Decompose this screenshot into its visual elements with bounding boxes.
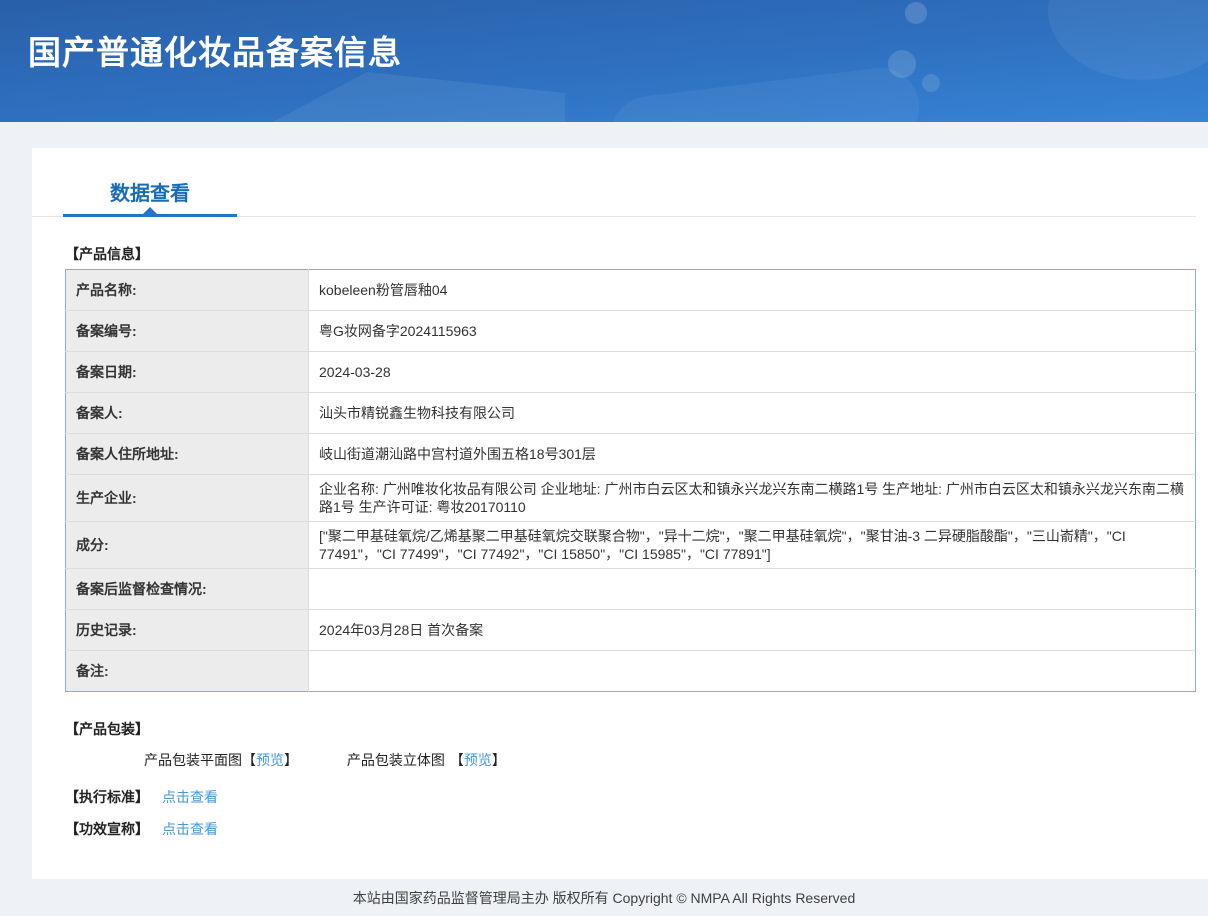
field-label: 备案日期: [65, 351, 309, 393]
bracket-open: 【 [242, 752, 256, 768]
packaging-stereo-preview-link[interactable]: 预览 [464, 752, 492, 768]
table-row-filing-date: 备案日期: 2024-03-28 [65, 351, 1196, 393]
banner-dot-decoration [888, 50, 916, 78]
product-info-section-title: 【产品信息】 [65, 246, 149, 262]
page-title: 国产普通化妆品备案信息 [28, 34, 402, 71]
content-card: 数据查看 【产品信息】 产品名称: kobeleen粉管唇釉04 备案编号: 粤… [32, 148, 1208, 879]
tab-data-view[interactable]: 数据查看 [63, 177, 237, 206]
banner-ribbon-decoration [235, 72, 565, 122]
banner-circle-decoration [1048, 0, 1208, 80]
table-row-registrant-address: 备案人住所地址: 岐山街道潮汕路中宫村道外围五格18号301层 [65, 433, 1196, 475]
efficacy-claim-label: 【功效宣称】 [65, 821, 149, 837]
page-footer: 本站由国家药品监督管理局主办 版权所有 Copyright © NMPA All… [0, 879, 1208, 916]
bracket-close: 】 [491, 752, 506, 768]
product-info-table: 产品名称: kobeleen粉管唇釉04 备案编号: 粤G妆网备字2024115… [65, 269, 1196, 692]
field-label: 历史记录: [65, 609, 309, 651]
bracket-open: 【 [449, 752, 464, 768]
packaging-section-title: 【产品包装】 [65, 721, 149, 737]
table-row-history: 历史记录: 2024年03月28日 首次备案 [65, 609, 1196, 651]
field-label: 备案编号: [65, 310, 309, 352]
execution-standard-label: 【执行标准】 [65, 789, 149, 805]
table-row-remarks: 备注: [65, 650, 1196, 692]
packaging-flat-preview-link[interactable]: 预览 [256, 752, 284, 768]
table-row-product-name: 产品名称: kobeleen粉管唇釉04 [65, 269, 1196, 311]
banner-blob-decoration [606, 63, 924, 122]
field-label: 备案人: [65, 392, 309, 434]
packaging-stereo-label: 产品包装立体图 [346, 752, 445, 768]
field-label: 备案人住所地址: [65, 433, 309, 475]
efficacy-claim-view-link[interactable]: 点击查看 [162, 821, 218, 837]
packaging-flat-label: 产品包装平面图 [144, 752, 242, 768]
execution-standard-row: 【执行标准】 点击查看 [65, 787, 1196, 807]
efficacy-claim-row: 【功效宣称】 点击查看 [65, 819, 1196, 839]
footer-copyright-text: 本站由国家药品监督管理局主办 版权所有 Copyright © NMPA All… [352, 890, 856, 906]
field-label: 生产企业: [65, 474, 309, 522]
field-value: 企业名称: 广州唯妆化妆品有限公司 企业地址: 广州市白云区太和镇永兴龙兴东南二… [308, 474, 1196, 522]
field-value: 2024年03月28日 首次备案 [308, 609, 1196, 651]
field-value: 2024-03-28 [308, 351, 1196, 393]
tab-active-indicator [63, 214, 237, 217]
table-row-post-filing-inspection: 备案后监督检查情况: [65, 568, 1196, 610]
field-value [308, 568, 1196, 610]
banner-dot-decoration [905, 2, 927, 24]
execution-standard-view-link[interactable]: 点击查看 [162, 789, 218, 805]
field-value: 汕头市精锐鑫生物科技有限公司 [308, 392, 1196, 434]
table-row-filing-number: 备案编号: 粤G妆网备字2024115963 [65, 310, 1196, 352]
tab-bar: 数据查看 [32, 148, 1208, 217]
table-row-ingredients: 成分: ["聚二甲基硅氧烷/乙烯基聚二甲基硅氧烷交联聚合物"，"异十二烷"，"聚… [65, 521, 1196, 569]
table-row-registrant: 备案人: 汕头市精锐鑫生物科技有限公司 [65, 392, 1196, 434]
packaging-flat-item: 产品包装平面图【预览】 [144, 750, 298, 770]
table-row-manufacturer: 生产企业: 企业名称: 广州唯妆化妆品有限公司 企业地址: 广州市白云区太和镇永… [65, 474, 1196, 522]
field-value: 粤G妆网备字2024115963 [308, 310, 1196, 352]
packaging-stereo-item: 产品包装立体图 【预览】 [347, 750, 506, 770]
field-label: 备注: [65, 650, 309, 692]
page-header-banner: 国产普通化妆品备案信息 [0, 0, 1208, 122]
field-label: 成分: [65, 521, 309, 569]
field-label: 产品名称: [65, 269, 309, 311]
field-value: kobeleen粉管唇釉04 [308, 269, 1196, 311]
field-value: ["聚二甲基硅氧烷/乙烯基聚二甲基硅氧烷交联聚合物"，"异十二烷"，"聚二甲基硅… [308, 521, 1196, 569]
packaging-links-row: 产品包装平面图【预览】 产品包装立体图 【预览】 [65, 750, 1196, 770]
bracket-close: 】 [284, 752, 298, 768]
banner-dot-decoration [922, 74, 940, 92]
field-value [309, 651, 1196, 692]
field-label: 备案后监督检查情况: [65, 568, 309, 610]
field-value: 岐山街道潮汕路中宫村道外围五格18号301层 [308, 433, 1196, 475]
